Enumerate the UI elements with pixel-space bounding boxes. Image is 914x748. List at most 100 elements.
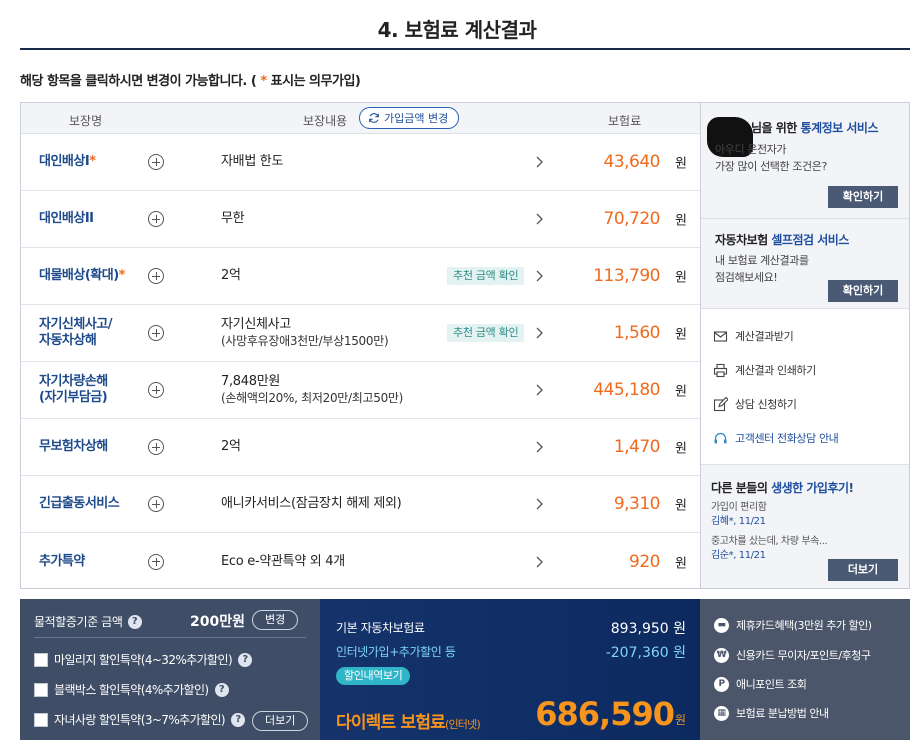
self-check-title: 자동차보험 셀프점검 서비스: [715, 231, 849, 248]
menu-print-result[interactable]: 계산결과 인쇄하기: [713, 361, 816, 379]
help-icon[interactable]: ?: [214, 682, 229, 697]
review-item[interactable]: 중고차를 샀는데, 차량 부속... 김순*, 11/21: [711, 535, 828, 563]
anypoint-label: 애니포인트 조회: [736, 678, 807, 691]
required-mark: *: [118, 268, 126, 283]
won-icon: ₩: [714, 647, 729, 663]
discount-options-panel: 물적할증기준 금액? 200만원 변경 마일리지 할인특약(4~32%추가할인)…: [20, 599, 320, 740]
premium-amount: 70,720: [603, 209, 661, 229]
coverage-name: 대인배상II: [39, 211, 149, 227]
coverage-name-text: 자기신체사고/ 자동차상해: [39, 317, 113, 348]
installment-guide[interactable]: ▦ 보험료 분납방법 안내: [714, 705, 829, 721]
table-row[interactable]: 긴급출동서비스 애니카서비스(잠금장치 해제 제외) 9,310 원: [21, 476, 700, 533]
property-threshold-amount: 200만원: [190, 614, 245, 630]
chevron-right-icon[interactable]: [535, 327, 544, 339]
child-discount-checkbox[interactable]: 자녀사랑 할인특약(3~7%추가할인)?: [34, 711, 245, 728]
coverage-rows: 대인배상I* 자배법 한도 43,640 원 대인배상II 무한 70,720 원 대물배상(확…: [21, 134, 700, 590]
checkbox-box[interactable]: [34, 682, 48, 697]
coverage-name: 자기신체사고/ 자동차상해: [39, 317, 149, 349]
blackbox-discount-checkbox[interactable]: 블랙박스 할인특약(4%추가할인)?: [34, 681, 229, 698]
table-row[interactable]: 자기차량손해 (자기부담금) 7,848만원 (손해액의20%, 최저20만/최고5…: [21, 362, 700, 419]
plus-circle-icon[interactable]: [148, 325, 164, 341]
mileage-discount-checkbox[interactable]: 마일리지 할인특약(4~32%추가할인)?: [34, 651, 253, 668]
coverage-content-detail: (손해액의20%, 최저20만/최고50만): [221, 391, 404, 405]
help-icon[interactable]: ?: [127, 614, 142, 629]
table-row[interactable]: 무보험차상해 2억 1,470 원: [21, 419, 700, 476]
table-row[interactable]: 자기신체사고/ 자동차상해 자기신체사고 (사망후유장애3천만/부상1500만) 추천…: [21, 305, 700, 362]
discount-details-button[interactable]: 할인내역보기: [336, 667, 411, 685]
partner-card-benefit[interactable]: ▬ 제휴카드혜택(3만원 추가 할인): [714, 617, 872, 633]
chevron-right-icon[interactable]: [535, 270, 544, 282]
printer-icon: [713, 363, 728, 377]
plus-circle-icon[interactable]: [148, 439, 164, 455]
plus-circle-icon[interactable]: [148, 154, 164, 170]
coverage-content-detail: (사망후유장애3천만/부상1500만): [221, 334, 389, 348]
edit-icon: [713, 396, 728, 411]
plus-circle-icon[interactable]: [148, 553, 164, 570]
coverage-content-main: 애니카서비스(잠금장치 해제 제외): [221, 496, 402, 511]
menu-receive-result-label: 계산결과받기: [735, 330, 794, 343]
discount-more-button[interactable]: 더보기: [252, 711, 309, 731]
plus-circle-icon[interactable]: [148, 211, 164, 227]
help-icon[interactable]: ?: [238, 652, 253, 667]
coverage-content: 2억: [221, 439, 241, 455]
summary-bar: 물적할증기준 금액? 200만원 변경 마일리지 할인특약(4~32%추가할인)…: [20, 599, 910, 740]
chevron-right-icon[interactable]: [535, 556, 544, 568]
help-icon[interactable]: ?: [231, 712, 245, 727]
table-row[interactable]: 추가특약 Eco e-약관특약 외 4개 920 원: [21, 533, 700, 590]
premium-amount: 1,470: [613, 437, 661, 457]
chevron-right-icon[interactable]: [535, 498, 544, 510]
required-star: *: [256, 74, 271, 89]
table-row[interactable]: 대물배상(확대)* 2억 추천 금액 확인 113,790 원: [21, 248, 700, 305]
table-row[interactable]: 대인배상I* 자배법 한도 43,640 원: [21, 134, 700, 191]
coverage-content: 애니카서비스(잠금장치 해제 제외): [221, 496, 402, 512]
credit-card-label: 신용카드 무이자/포인트/후청구: [736, 649, 871, 662]
stats-text: 아우디 운전자가 가장 많이 선택한 조건은?: [715, 143, 827, 173]
checkbox-box[interactable]: [34, 652, 48, 667]
chevron-right-icon[interactable]: [535, 441, 544, 453]
instruction-suffix: 표시는 의무가입): [270, 74, 361, 89]
base-premium-value: 893,950 원: [610, 621, 686, 637]
chevron-right-icon[interactable]: [535, 156, 544, 168]
menu-receive-result[interactable]: 계산결과받기: [713, 327, 794, 345]
final-premium-label: 다이렉트 보험료(인터넷): [336, 708, 481, 733]
plus-circle-icon[interactable]: [148, 268, 164, 284]
credit-card-options[interactable]: ₩ 신용카드 무이자/포인트/후청구: [714, 647, 871, 663]
final-premium-label-text: 다이렉트 보험료: [336, 713, 446, 733]
menu-call-center[interactable]: 고객센터 전화상담 안내: [713, 429, 839, 447]
menu-consult-request[interactable]: 상담 신청하기: [713, 395, 797, 413]
premium-unit: 원: [675, 213, 687, 229]
coverage-name: 긴급출동서비스: [39, 496, 149, 512]
table-row[interactable]: 대인배상II 무한 70,720 원: [21, 191, 700, 248]
self-check-confirm-button[interactable]: 확인하기: [828, 280, 898, 302]
recommend-amount-badge[interactable]: 추천 금액 확인: [447, 267, 525, 285]
stats-confirm-button[interactable]: 확인하기: [828, 186, 898, 208]
change-amount-button[interactable]: 가입금액 변경: [359, 107, 460, 129]
review-author: 김순*, 11/21: [711, 550, 766, 561]
reviews-title-highlight: 생생한 가입후기!: [771, 481, 854, 495]
refresh-icon: [369, 113, 379, 123]
reviews-more-button[interactable]: 더보기: [828, 559, 898, 581]
checkbox-box[interactable]: [34, 712, 48, 727]
table-header: 보장명 보장내용 가입금액 변경 보험료: [21, 103, 700, 134]
reviews-title: 다른 분들의 생생한 가입후기!: [711, 479, 854, 496]
review-text: 중고차를 샀는데, 차량 부속...: [711, 536, 828, 547]
required-mark: *: [89, 154, 96, 169]
recommend-amount-badge[interactable]: 추천 금액 확인: [447, 324, 525, 342]
anypoint-lookup[interactable]: P 애니포인트 조회: [714, 676, 807, 692]
plus-circle-icon[interactable]: [148, 496, 164, 512]
property-change-button[interactable]: 변경: [252, 610, 299, 630]
instruction-prefix: 해당 항목을 클릭하시면 변경이 가능합니다. (: [20, 74, 257, 89]
change-amount-label: 가입금액 변경: [384, 112, 449, 125]
menu-print-result-label: 계산결과 인쇄하기: [735, 364, 816, 377]
chevron-right-icon[interactable]: [535, 213, 544, 225]
review-text: 가입이 편리함: [711, 502, 767, 513]
coverage-name: 무보험차상해: [39, 439, 149, 455]
premium-unit: 원: [675, 327, 687, 343]
page-title: 4. 보험료 계산결과: [377, 18, 537, 42]
review-item[interactable]: 가입이 편리함 김혜*, 11/21: [711, 501, 767, 529]
plus-circle-icon[interactable]: [148, 382, 164, 398]
premium-amount: 1,560: [613, 323, 661, 343]
chevron-right-icon[interactable]: [535, 384, 544, 396]
property-threshold-label: 물적할증기준 금액?: [34, 613, 142, 630]
final-premium-value: 686,590: [535, 695, 675, 733]
